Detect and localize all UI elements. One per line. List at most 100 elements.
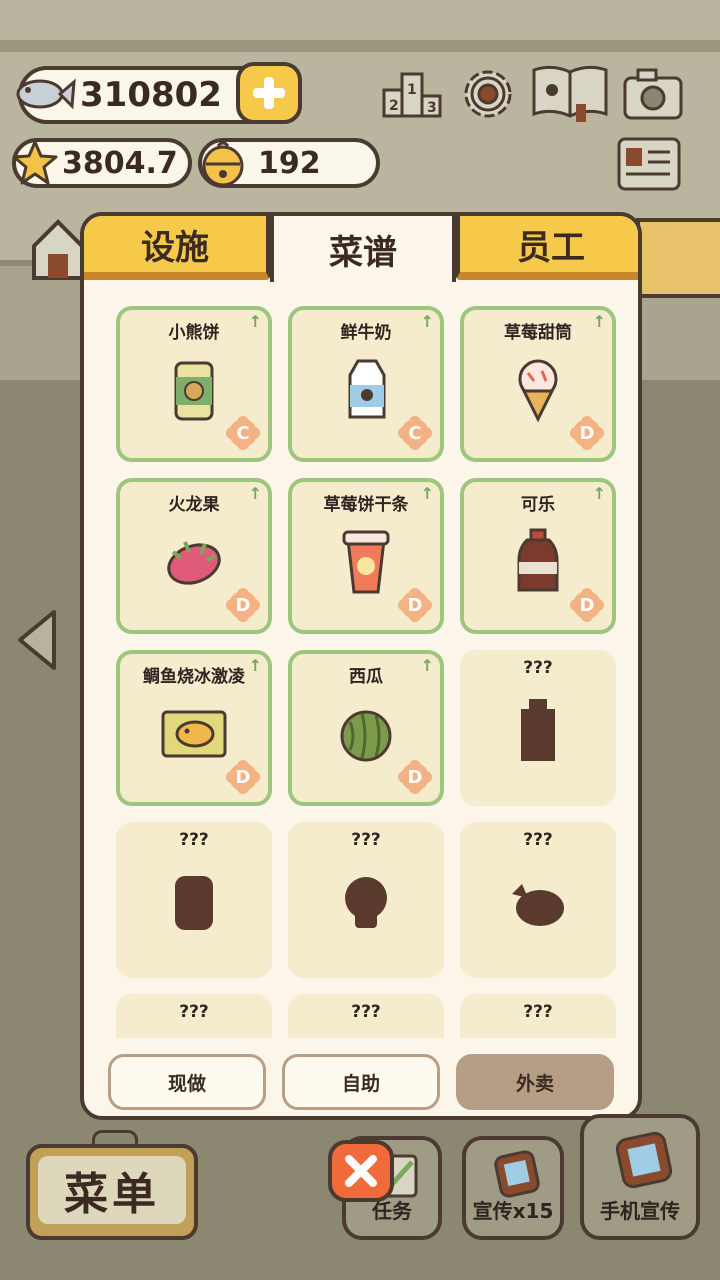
book-icon [532,65,608,122]
made-to-order-label: 现做 [167,1072,206,1095]
podium-icon: 2 1 3 [382,72,442,118]
shop-house-button[interactable] [30,218,86,282]
recipe-name: ??? [523,1002,553,1022]
phone-promo-icon [494,1150,540,1198]
recipe-card-locked[interactable]: ??? [460,822,616,978]
recipe-name: 西瓜 [349,667,383,687]
grade-badge: D [570,588,604,622]
recipe-card-locked[interactable]: ??? [288,822,444,978]
recipe-panel: 设施 菜谱 员工 小熊饼 ↑ C 鲜牛奶 ↑ C 草莓甜筒 ↑ D 火龙果 ↑ … [80,212,642,1120]
grade-letter: D [235,594,251,616]
ranking-button[interactable]: 2 1 3 [380,64,444,124]
grade-letter: D [579,594,595,616]
grade-letter: C [408,422,422,444]
phone-promotion-label: 手机宣传 [600,1199,680,1223]
recipe-card[interactable]: 鲷鱼烧冰激凌 ↑ D [116,650,272,806]
grade-badge: C [398,416,432,450]
locked-bottle-silhouette-icon [460,690,616,770]
camera-button[interactable] [622,66,684,122]
recipe-name: 草莓甜筒 [504,323,572,343]
recipe-name: 草莓饼干条 [323,495,409,515]
menu-button[interactable]: 菜单 [26,1144,198,1240]
tab-facilities-label: 设施 [141,227,209,268]
plus-icon [253,77,285,109]
svg-text:3: 3 [427,100,437,116]
grade-letter: D [579,422,595,444]
upgrade-arrow-icon: ↑ [248,312,262,331]
grade-badge: D [226,588,260,622]
recipe-name: 可乐 [521,495,555,515]
menu-button-label: 菜单 [38,1156,186,1224]
background-beam [0,40,720,52]
grade-letter: D [407,766,423,788]
recipe-card-locked[interactable]: ??? [116,994,272,1038]
upgrade-arrow-icon: ↑ [592,484,606,503]
recipe-name: 鲜牛奶 [340,323,392,343]
recipe-card[interactable]: 草莓甜筒 ↑ D [460,306,616,462]
recipe-card-locked[interactable]: ??? [116,822,272,978]
upgrade-arrow-icon: ↑ [420,312,434,331]
recipe-grid[interactable]: 小熊饼 ↑ C 鲜牛奶 ↑ C 草莓甜筒 ↑ D 火龙果 ↑ D 草莓饼干条 ↑… [84,282,638,1038]
locked-jar-silhouette-icon [116,862,272,942]
recipe-name: ??? [179,830,209,850]
recipe-name: 小熊饼 [168,323,220,343]
recipe-card[interactable]: 可乐 ↑ D [460,478,616,634]
made-to-order-button[interactable]: 现做 [108,1054,266,1110]
promotion-label: 宣传x15 [472,1199,554,1223]
recipe-name: 鲷鱼烧冰激凌 [143,667,245,687]
star-currency-value: 3804.7 [62,145,178,181]
recipe-name: ??? [523,658,553,678]
svg-text:2: 2 [389,98,399,114]
fish-currency-value: 310802 [80,75,222,115]
recipe-card[interactable]: 小熊饼 ↑ C [116,306,272,462]
upgrade-arrow-icon: ↑ [248,484,262,503]
id-card-icon [617,137,681,191]
recipe-card-locked[interactable]: ??? [460,650,616,806]
gear-icon [464,70,512,118]
locked-chicken-silhouette-icon [460,862,616,942]
upgrade-arrow-icon: ↑ [420,484,434,503]
star-icon [10,138,60,188]
takeout-label: 外卖 [515,1072,554,1095]
recipe-card[interactable]: 火龙果 ↑ D [116,478,272,634]
recipe-name: ??? [351,830,381,850]
chevron-left-icon [18,610,56,670]
tab-staff[interactable]: 员工 [456,216,638,280]
self-service-label: 自助 [341,1072,380,1095]
tab-facilities[interactable]: 设施 [84,216,270,280]
recipe-name: ??? [179,1002,209,1022]
close-icon [345,1155,377,1187]
svg-text:1: 1 [407,82,417,98]
bell-currency-value: 192 [258,145,321,181]
tab-recipes[interactable]: 菜谱 [270,216,456,282]
locked-burger-silhouette-icon [288,862,444,942]
promotion-button[interactable]: 宣传x15 [462,1136,564,1240]
recipe-card-locked[interactable]: ??? [460,994,616,1038]
recipe-card[interactable]: 鲜牛奶 ↑ C [288,306,444,462]
bell-icon [196,136,250,190]
grade-badge: D [398,760,432,794]
fish-icon [12,68,76,118]
grade-letter: D [235,766,251,788]
recipe-book-button[interactable] [530,62,610,124]
grade-badge: D [398,588,432,622]
phone-promotion-button[interactable]: 手机宣传 [580,1114,700,1240]
grade-letter: C [236,422,250,444]
recipe-card[interactable]: 西瓜 ↑ D [288,650,444,806]
grade-letter: D [407,594,423,616]
tab-staff-label: 员工 [517,227,585,268]
grade-badge: C [226,416,260,450]
add-fish-button[interactable] [236,62,302,124]
upgrade-arrow-icon: ↑ [248,656,262,675]
settings-button[interactable] [456,62,520,126]
takeout-button[interactable]: 外卖 [456,1054,614,1110]
profile-card-button[interactable] [616,136,682,194]
grade-badge: D [570,416,604,450]
upgrade-arrow-icon: ↑ [592,312,606,331]
recipe-card-locked[interactable]: ??? [288,994,444,1038]
recipe-card[interactable]: 草莓饼干条 ↑ D [288,478,444,634]
close-button[interactable] [328,1140,394,1202]
recipe-name: ??? [351,1002,381,1022]
scroll-left-arrow[interactable] [14,608,60,672]
self-service-button[interactable]: 自助 [282,1054,440,1110]
